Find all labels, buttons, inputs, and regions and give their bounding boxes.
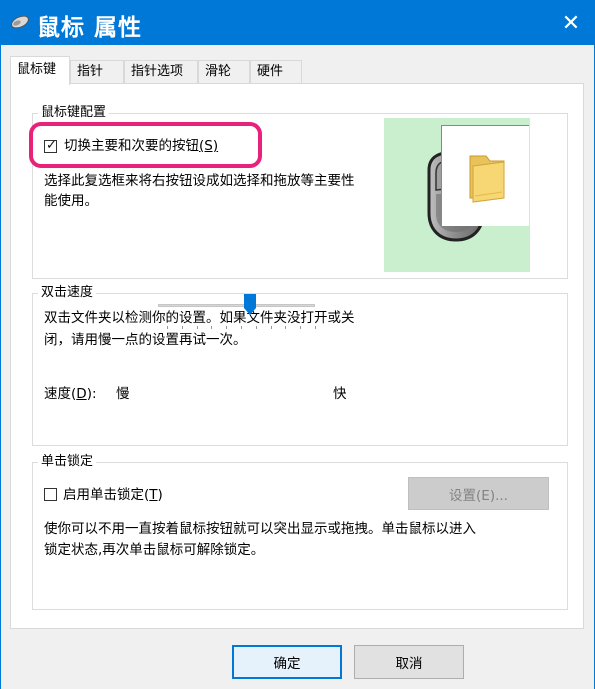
double-click-description-line1: 双击文件夹以检测你的设置。如果文件夹没打开或关 — [44, 310, 355, 326]
tab-pointer-options[interactable]: 指针选项 — [124, 60, 198, 84]
slider-track[interactable] — [158, 304, 315, 307]
switch-description-line2: 能使用。 — [44, 193, 98, 209]
click-lock-settings-button[interactable]: 设置(E)... — [408, 477, 549, 510]
slider-tick — [241, 326, 242, 329]
cancel-button[interactable]: 取消 — [354, 645, 464, 679]
click-lock-label[interactable]: 启用单击锁定(T) — [63, 484, 163, 506]
slow-label: 慢 — [116, 386, 130, 402]
slider-tick — [226, 326, 228, 329]
window-title: 鼠标 属性 — [37, 15, 143, 41]
slider-tick — [196, 326, 198, 329]
fast-label: 快 — [333, 386, 347, 402]
click-lock-checkbox[interactable] — [44, 488, 57, 501]
highlight-annotation — [29, 122, 262, 168]
slider-tick — [181, 326, 183, 329]
slider-tick — [315, 326, 316, 329]
switch-description-line1: 选择此复选框来将右按钮设成如选择和拖放等主要性 — [44, 173, 355, 189]
double-click-description-line2: 闭，请用慢一点的设置再试一次。 — [44, 332, 247, 348]
tab-pointers[interactable]: 指针 — [70, 60, 124, 84]
tab-hardware[interactable]: 硬件 — [250, 60, 302, 84]
slider-tick — [255, 326, 257, 329]
close-button[interactable]: ✕ — [548, 1, 594, 45]
slider-tick — [285, 326, 287, 329]
slider-tick — [270, 326, 272, 329]
test-folder[interactable] — [441, 125, 529, 226]
double-click-legend: 双击速度 — [38, 284, 97, 302]
click-lock-description-line2: 锁定状态,再次单击鼠标可解除锁定。 — [44, 542, 265, 558]
folder-icon — [469, 155, 505, 203]
mouse-properties-window: 鼠标 属性 ✕ 鼠标键 指针 指针选项 滑轮 硬件 鼠标键配置 ✓ 切换主要和次… — [0, 0, 595, 689]
slider-tick — [300, 326, 302, 329]
mouse-icon — [11, 15, 29, 29]
button-config-legend: 鼠标键配置 — [38, 104, 110, 122]
tab-wheel[interactable]: 滑轮 — [198, 60, 250, 84]
ok-button[interactable]: 确定 — [232, 645, 342, 679]
slider-tick — [167, 326, 168, 329]
slider-thumb[interactable] — [243, 294, 256, 315]
title-bar[interactable]: 鼠标 属性 ✕ — [1, 1, 594, 45]
dialog-footer: 确定 取消 — [1, 629, 594, 689]
click-lock-legend: 单击锁定 — [38, 453, 97, 471]
speed-label: 速度(D): — [44, 386, 97, 402]
tab-buttons[interactable]: 鼠标键 — [10, 56, 70, 85]
tab-panel-buttons: 鼠标键配置 ✓ 切换主要和次要的按钮(S) 选择此复选框来将右按钮设成如选择和拖… — [10, 83, 584, 629]
click-lock-description-line1: 使你可以不用一直按着鼠标按钮就可以突出显示或拖拽。单击鼠标以进入 — [44, 521, 476, 537]
slider-tick — [211, 326, 213, 329]
